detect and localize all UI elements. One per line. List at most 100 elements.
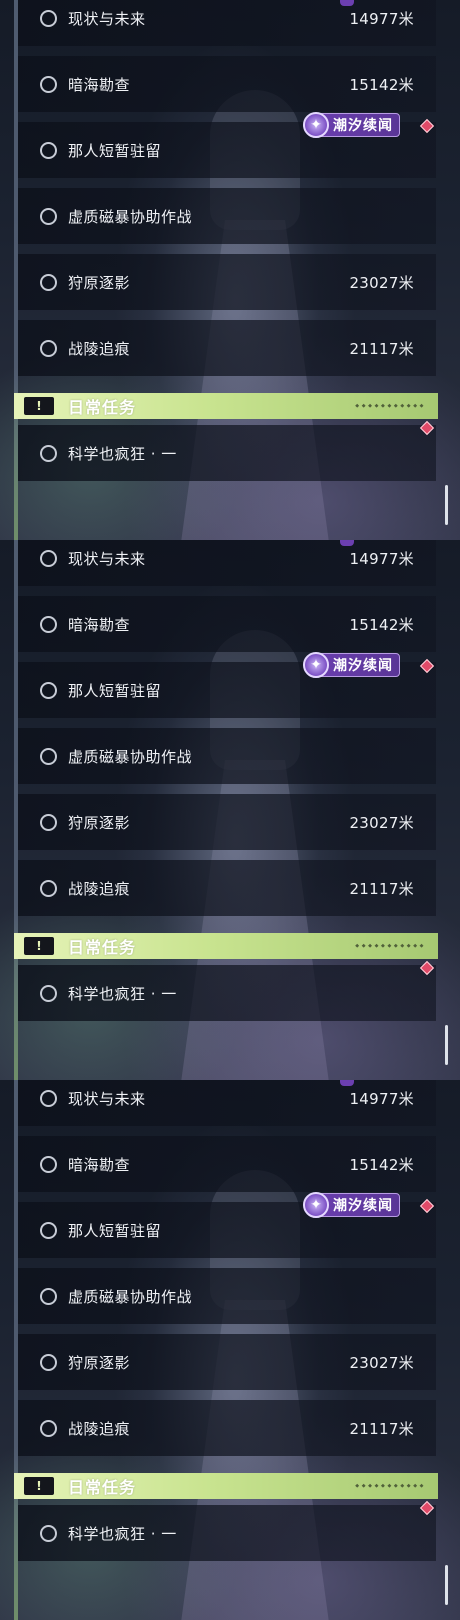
quest-name: 狩原逐影 (68, 273, 131, 292)
circle-icon (40, 1089, 57, 1107)
daily-tasks-title: 日常任务 (68, 1478, 137, 1497)
quest-distance: 21117米 (349, 339, 414, 358)
quest-row[interactable]: 战陵追痕 21117米 (18, 1400, 436, 1456)
quest-name: 科学也疯狂 · 一 (68, 1524, 177, 1543)
quest-distance: 14977米 (349, 1089, 414, 1108)
circle-icon (40, 141, 57, 159)
circle-icon (40, 879, 57, 897)
scrollbar[interactable] (445, 485, 448, 525)
quest-name: 科学也疯狂 · 一 (68, 444, 177, 463)
circle-icon (40, 207, 57, 225)
badge-edge (340, 540, 354, 546)
daily-tasks-header[interactable]: ! 日常任务 ◆ ◆ ◆ ◆ ◆ ◆ ◆ ◆ ◆ ◆ ◆ (14, 1473, 438, 1499)
badge-label: 潮汐续闻 (333, 658, 393, 674)
circle-icon (40, 9, 57, 27)
circle-icon (40, 339, 57, 357)
quest-name: 科学也疯狂 · 一 (68, 984, 177, 1003)
quest-name: 战陵追痕 (68, 339, 131, 358)
quest-name: 暗海勘查 (68, 75, 131, 94)
header-decoration: ◆ ◆ ◆ ◆ ◆ ◆ ◆ ◆ ◆ ◆ ◆ (355, 943, 424, 949)
quest-row[interactable]: 虚质磁暴协助作战 (18, 728, 436, 784)
circle-icon (40, 1524, 57, 1542)
scrollbar[interactable] (445, 1565, 448, 1605)
daily-quest-row[interactable]: 科学也疯狂 · 一 (18, 965, 436, 1021)
quest-row[interactable]: 现状与未来 14977米 (18, 1080, 436, 1126)
quest-row[interactable]: 现状与未来 14977米 (18, 0, 436, 46)
quest-panel-1: 现状与未来 14977米 暗海勘查 15142米 那人短暂驻留 ✦ 潮汐续闻 虚… (0, 0, 460, 540)
quest-row[interactable]: 现状与未来 14977米 (18, 540, 436, 586)
quest-name: 狩原逐影 (68, 1353, 131, 1372)
circle-icon (40, 75, 57, 93)
daily-quest-row[interactable]: 科学也疯狂 · 一 (18, 1505, 436, 1561)
quest-row[interactable]: 暗海勘查 15142米 (18, 596, 436, 652)
quest-row[interactable]: 虚质磁暴协助作战 (18, 188, 436, 244)
quest-row[interactable]: 狩原逐影 23027米 (18, 1334, 436, 1390)
quest-name: 那人短暂驻留 (68, 681, 162, 700)
quest-distance: 15142米 (349, 75, 414, 94)
daily-tasks-header[interactable]: ! 日常任务 ◆ ◆ ◆ ◆ ◆ ◆ ◆ ◆ ◆ ◆ ◆ (14, 393, 438, 419)
quest-name: 战陵追痕 (68, 879, 131, 898)
circle-icon (40, 984, 57, 1002)
header-decoration: ◆ ◆ ◆ ◆ ◆ ◆ ◆ ◆ ◆ ◆ ◆ (355, 1483, 424, 1489)
quest-name: 虚质磁暴协助作战 (68, 747, 193, 766)
tide-event-badge[interactable]: ✦ 潮汐续闻 (303, 112, 400, 138)
daily-quest-row[interactable]: 科学也疯狂 · 一 (18, 425, 436, 481)
quest-distance: 23027米 (349, 273, 414, 292)
quest-name: 那人短暂驻留 (68, 1221, 162, 1240)
quest-row[interactable]: 战陵追痕 21117米 (18, 860, 436, 916)
badge-label: 潮汐续闻 (333, 1198, 393, 1214)
quest-panel-3: 现状与未来 14977米 暗海勘查 15142米 那人短暂驻留 ✦ 潮汐续闻 虚… (0, 1080, 460, 1620)
daily-tasks-header[interactable]: ! 日常任务 ◆ ◆ ◆ ◆ ◆ ◆ ◆ ◆ ◆ ◆ ◆ (14, 933, 438, 959)
quest-name: 战陵追痕 (68, 1419, 131, 1438)
quest-distance: 14977米 (349, 549, 414, 568)
header-decoration: ◆ ◆ ◆ ◆ ◆ ◆ ◆ ◆ ◆ ◆ ◆ (355, 403, 424, 409)
quest-distance: 14977米 (349, 9, 414, 28)
quest-name: 暗海勘查 (68, 1155, 131, 1174)
tide-event-badge[interactable]: ✦ 潮汐续闻 (303, 652, 400, 678)
tide-event-badge[interactable]: ✦ 潮汐续闻 (303, 1192, 400, 1218)
quest-row[interactable]: 战陵追痕 21117米 (18, 320, 436, 376)
quest-row[interactable]: 暗海勘查 15142米 (18, 1136, 436, 1192)
quest-panel-2: 现状与未来 14977米 暗海勘查 15142米 那人短暂驻留 ✦ 潮汐续闻 虚… (0, 540, 460, 1080)
circle-icon (40, 813, 57, 831)
quest-row[interactable]: 暗海勘查 15142米 (18, 56, 436, 112)
quest-name: 虚质磁暴协助作战 (68, 207, 193, 226)
badge-edge (340, 0, 354, 6)
scrollbar[interactable] (445, 1025, 448, 1065)
circle-icon (40, 273, 57, 291)
quest-row[interactable]: 虚质磁暴协助作战 (18, 1268, 436, 1324)
sparkle-icon: ✦ (303, 652, 329, 678)
circle-icon (40, 747, 57, 765)
sparkle-icon: ✦ (303, 1192, 329, 1218)
quest-row[interactable]: 狩原逐影 23027米 (18, 794, 436, 850)
circle-icon (40, 615, 57, 633)
exclamation-icon: ! (24, 1477, 54, 1495)
quest-name: 现状与未来 (68, 549, 146, 568)
quest-distance: 21117米 (349, 1419, 414, 1438)
quest-name: 狩原逐影 (68, 813, 131, 832)
quest-name: 现状与未来 (68, 1089, 146, 1108)
circle-icon (40, 1155, 57, 1173)
circle-icon (40, 1221, 57, 1239)
quest-name: 现状与未来 (68, 9, 146, 28)
sparkle-icon: ✦ (303, 112, 329, 138)
circle-icon (40, 444, 57, 462)
circle-icon (40, 549, 57, 567)
quest-name: 虚质磁暴协助作战 (68, 1287, 193, 1306)
quest-distance: 23027米 (349, 1353, 414, 1372)
quest-distance: 15142米 (349, 1155, 414, 1174)
circle-icon (40, 1287, 57, 1305)
quest-row[interactable]: 狩原逐影 23027米 (18, 254, 436, 310)
circle-icon (40, 681, 57, 699)
circle-icon (40, 1353, 57, 1371)
exclamation-icon: ! (24, 397, 54, 415)
daily-tasks-title: 日常任务 (68, 398, 137, 417)
quest-distance: 23027米 (349, 813, 414, 832)
daily-tasks-title: 日常任务 (68, 938, 137, 957)
exclamation-icon: ! (24, 937, 54, 955)
circle-icon (40, 1419, 57, 1437)
quest-name: 那人短暂驻留 (68, 141, 162, 160)
badge-label: 潮汐续闻 (333, 118, 393, 134)
quest-name: 暗海勘查 (68, 615, 131, 634)
badge-edge (340, 1080, 354, 1086)
